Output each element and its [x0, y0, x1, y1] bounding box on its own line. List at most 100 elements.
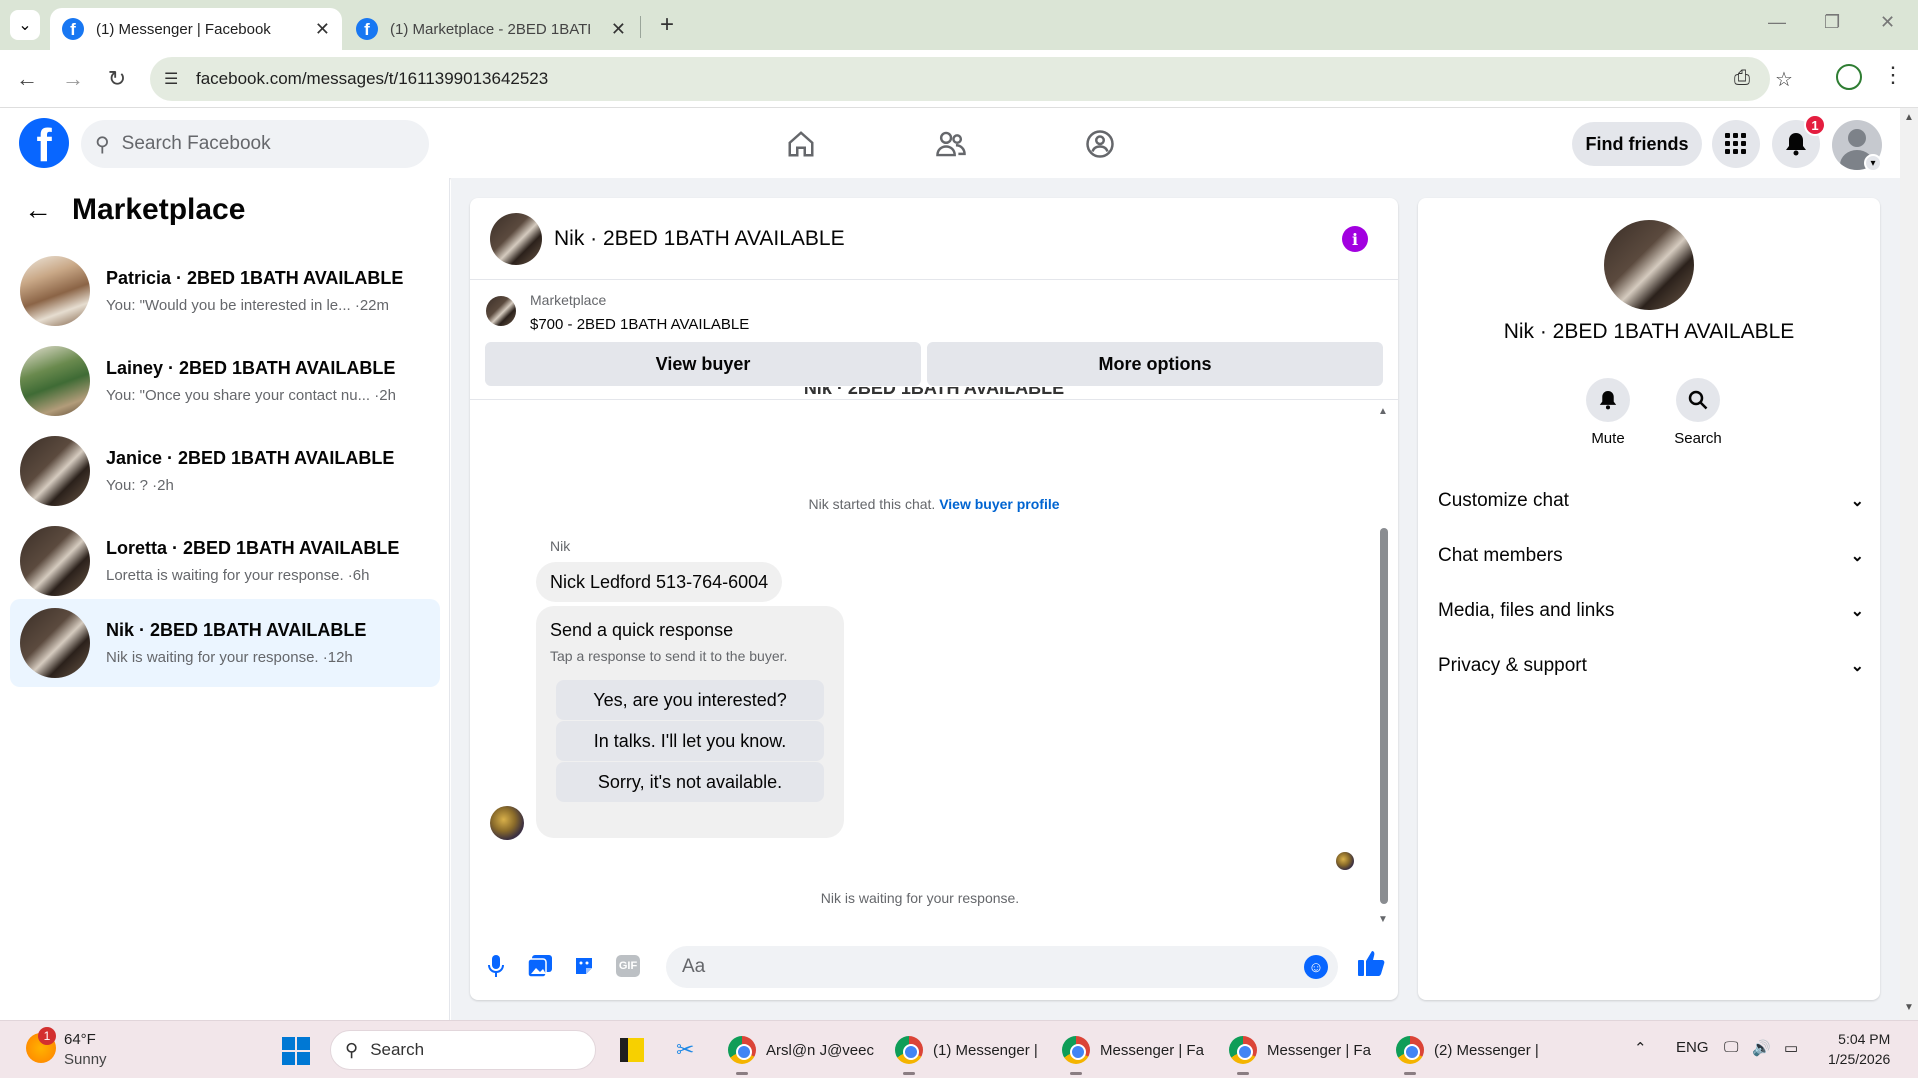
section-label: Chat members: [1438, 545, 1563, 566]
conversation-item[interactable]: Loretta · 2BED 1BATH AVAILABLE Loretta i…: [10, 517, 440, 605]
taskbar-clock[interactable]: 5:04 PM 1/25/2026: [1828, 1031, 1890, 1067]
view-buyer-button[interactable]: View buyer: [485, 342, 921, 386]
install-app-icon[interactable]: ⎙: [1734, 67, 1750, 90]
close-tab-icon[interactable]: ✕: [611, 19, 626, 40]
conversation-item[interactable]: Patricia · 2BED 1BATH AVAILABLE You: "Wo…: [10, 247, 440, 335]
thumbs-up-icon[interactable]: [1358, 950, 1386, 983]
find-friends-button[interactable]: Find friends: [1572, 122, 1702, 166]
conversation-name: Janice · 2BED 1BATH AVAILABLE: [106, 448, 395, 468]
address-bar-row: ← → ↻ ☰ facebook.com/messages/t/16113990…: [0, 50, 1918, 108]
new-tab-button[interactable]: +: [652, 10, 682, 40]
chat-scrollbar-thumb[interactable]: [1380, 528, 1388, 904]
sticky-notes-icon[interactable]: [620, 1033, 644, 1067]
listing-thumbnail[interactable]: [486, 296, 516, 326]
close-window-icon[interactable]: ✕: [1880, 12, 1895, 33]
site-info-icon[interactable]: ☰: [164, 69, 178, 89]
home-icon[interactable]: [781, 126, 821, 162]
friends-icon[interactable]: [931, 126, 971, 162]
scroll-down-arrow-icon[interactable]: ▼: [1904, 1002, 1914, 1013]
listing-thumbnail: [20, 256, 90, 326]
taskbar-app-chrome[interactable]: Messenger | Fa: [1062, 1033, 1204, 1075]
back-button[interactable]: ←: [12, 64, 42, 94]
url-text[interactable]: facebook.com/messages/t/1611399013642523: [196, 69, 548, 89]
taskbar-app-chrome[interactable]: (2) Messenger |: [1396, 1033, 1539, 1075]
mute-button[interactable]: Mute: [1568, 378, 1648, 447]
message-bubble[interactable]: Nick Ledford 513-764-6004: [536, 562, 783, 602]
page-scrollbar[interactable]: ▲ ▼: [1900, 108, 1918, 1020]
chat-avatar[interactable]: [490, 212, 542, 265]
tab-search-button[interactable]: ⌄: [10, 10, 40, 40]
chevron-down-icon: ⌄: [1850, 658, 1864, 675]
chat-title[interactable]: Nik · 2BED 1BATH AVAILABLE: [554, 227, 845, 251]
tab-messenger[interactable]: f (1) Messenger | Facebook ✕: [50, 8, 342, 50]
volume-icon[interactable]: 🔊: [1752, 1039, 1771, 1057]
view-buyer-profile-link[interactable]: View buyer profile: [939, 496, 1059, 512]
profile-icon[interactable]: [1836, 64, 1862, 90]
quick-response-card: Send a quick response Tap a response to …: [536, 606, 844, 838]
facebook-search-input[interactable]: ⚲ Search Facebook: [81, 120, 429, 168]
chat-details-panel: Nik · 2BED 1BATH AVAILABLE Mute Search C…: [1418, 198, 1880, 1000]
restore-icon[interactable]: ❐: [1824, 12, 1840, 33]
scroll-down-arrow-icon[interactable]: ▼: [1378, 914, 1388, 925]
tab-marketplace[interactable]: f (1) Marketplace - 2BED 1BATH A ✕: [344, 8, 638, 50]
groups-icon[interactable]: [1080, 126, 1120, 162]
chat-members-section[interactable]: Chat members ⌄: [1438, 536, 1864, 576]
privacy-support-section[interactable]: Privacy & support ⌄: [1438, 646, 1864, 686]
listing-title[interactable]: $700 - 2BED 1BATH AVAILABLE: [530, 316, 749, 333]
taskbar-app-chrome[interactable]: (1) Messenger |: [895, 1033, 1038, 1075]
taskbar-app-label: (2) Messenger |: [1434, 1041, 1539, 1059]
quick-response-button[interactable]: In talks. I'll let you know.: [556, 721, 824, 761]
taskbar-search[interactable]: ⚲ Search: [330, 1030, 596, 1070]
close-tab-icon[interactable]: ✕: [315, 19, 330, 40]
conversation-item[interactable]: Lainey · 2BED 1BATH AVAILABLE You: "Once…: [10, 337, 440, 425]
scroll-up-arrow-icon[interactable]: ▲: [1904, 112, 1914, 123]
message-input[interactable]: Aa ☺: [666, 946, 1338, 988]
sticker-icon[interactable]: [570, 952, 598, 980]
reload-button[interactable]: ↻: [102, 64, 132, 94]
photo-icon[interactable]: [526, 952, 554, 980]
search-icon: ⚲: [345, 1039, 359, 1060]
facebook-logo-icon[interactable]: f: [19, 118, 69, 168]
weather-condition[interactable]: Sunny: [64, 1051, 107, 1068]
microphone-icon[interactable]: [482, 952, 510, 980]
sender-avatar[interactable]: [490, 806, 524, 840]
details-name: Nik · 2BED 1BATH AVAILABLE: [1503, 320, 1795, 343]
battery-icon[interactable]: ▭: [1784, 1039, 1798, 1057]
listing-thumbnail: [20, 526, 90, 596]
input-language[interactable]: ENG: [1676, 1039, 1709, 1056]
bookmark-star-icon[interactable]: ☆: [1775, 67, 1793, 92]
minimize-icon[interactable]: —: [1768, 12, 1786, 33]
weather-temperature[interactable]: 64°F: [64, 1031, 96, 1048]
search-icon: [1676, 378, 1720, 422]
windows-start-icon[interactable]: [282, 1037, 310, 1065]
more-options-button[interactable]: More options: [927, 342, 1383, 386]
info-icon[interactable]: i: [1342, 226, 1368, 252]
conversation-snippet: You: ? ·2h: [106, 477, 174, 494]
emoji-icon[interactable]: ☺: [1304, 955, 1328, 979]
quick-response-button[interactable]: Sorry, it's not available.: [556, 762, 824, 802]
quick-response-button[interactable]: Yes, are you interested?: [556, 680, 824, 720]
conversation-item[interactable]: Janice · 2BED 1BATH AVAILABLE You: ? ·2h: [10, 427, 440, 515]
omnibox[interactable]: ☰ facebook.com/messages/t/16113990136425…: [150, 57, 1793, 101]
chevron-down-icon[interactable]: ▾: [1864, 154, 1882, 172]
browser-menu-icon[interactable]: ⋮: [1882, 62, 1904, 88]
scroll-up-arrow-icon[interactable]: ▲: [1378, 406, 1388, 417]
details-avatar[interactable]: [1604, 220, 1694, 310]
taskbar-app-label: Arsl@n J@veec: [766, 1041, 874, 1059]
message-composer: GIF Aa ☺: [470, 934, 1398, 1000]
menu-grid-button[interactable]: [1712, 120, 1760, 168]
windows-taskbar: 1 64°F Sunny ⚲ Search ✂ Arsl@n J@veec (1…: [0, 1020, 1918, 1078]
show-hidden-icons-chevron-icon[interactable]: ⌃: [1634, 1039, 1647, 1057]
running-indicator: [903, 1072, 915, 1075]
media-files-links-section[interactable]: Media, files and links ⌄: [1438, 591, 1864, 631]
network-icon[interactable]: 🖵: [1724, 1039, 1738, 1056]
conversation-item-active[interactable]: Nik · 2BED 1BATH AVAILABLE Nik is waitin…: [10, 599, 440, 687]
search-in-chat-button[interactable]: Search: [1658, 378, 1738, 447]
taskbar-app-chrome[interactable]: Messenger | Fa: [1229, 1033, 1371, 1075]
customize-chat-section[interactable]: Customize chat ⌄: [1438, 481, 1864, 521]
gif-icon[interactable]: GIF: [614, 952, 642, 980]
forward-button[interactable]: →: [58, 64, 88, 94]
back-arrow-icon[interactable]: ←: [24, 194, 52, 226]
taskbar-app-chrome[interactable]: Arsl@n J@veec: [728, 1033, 874, 1075]
snipping-tool-icon[interactable]: ✂: [676, 1033, 694, 1067]
